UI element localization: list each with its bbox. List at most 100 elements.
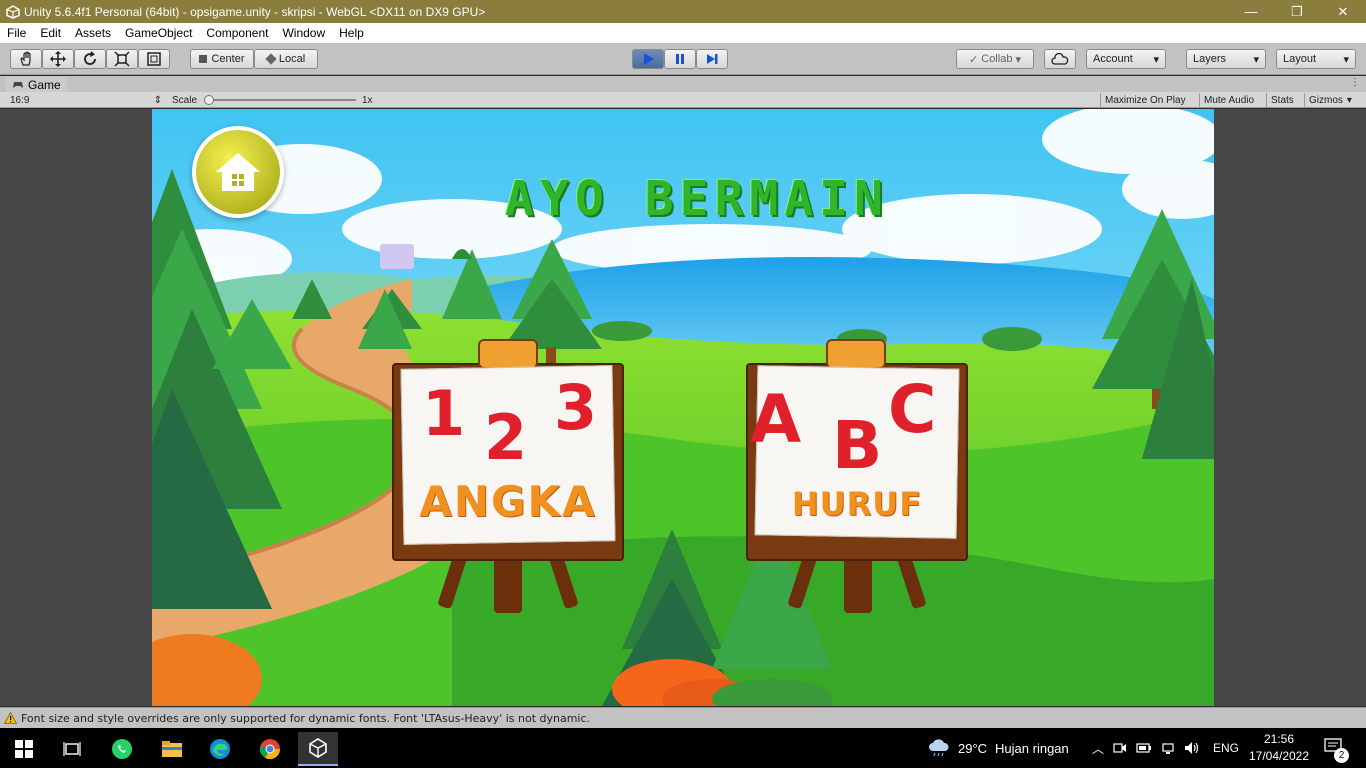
maximize-button[interactable]: ❐: [1274, 0, 1320, 23]
menu-assets[interactable]: Assets: [68, 26, 118, 40]
huruf-label: HURUF: [791, 485, 923, 523]
game-title: AYO BERMAIN: [505, 171, 889, 227]
home-button[interactable]: [192, 126, 284, 218]
whatsapp-icon: [112, 739, 132, 759]
game-canvas[interactable]: AYO BERMAIN 1 2 3 ANGKA A B C HURUF: [152, 109, 1214, 706]
home-icon: [216, 153, 260, 191]
account-dropdown[interactable]: Account ▾: [1086, 49, 1166, 69]
menu-help[interactable]: Help: [332, 26, 371, 40]
rotate-tool-button[interactable]: [74, 49, 106, 69]
angka-board[interactable]: 1 2 3 ANGKA: [392, 337, 624, 613]
step-button[interactable]: [696, 49, 728, 69]
number-three: 3: [554, 371, 598, 444]
layers-dropdown[interactable]: Layers ▾: [1186, 49, 1266, 69]
weather-temp: 29°C: [958, 740, 988, 756]
weather-widget[interactable]: 29°C Hujan ringan: [928, 728, 1069, 768]
menu-window[interactable]: Window: [275, 26, 332, 40]
chevron-up-icon[interactable]: ︿: [1092, 740, 1104, 757]
board-clip: [826, 339, 886, 369]
scale-value: 1x: [362, 94, 373, 106]
angka-label: ANGKA: [419, 477, 597, 526]
start-button[interactable]: [4, 732, 44, 766]
clock-date: 17/04/2022: [1248, 749, 1310, 763]
scale-slider-thumb[interactable]: [204, 95, 214, 105]
panel-tab-bar: Game ⋮: [0, 76, 1366, 93]
panel-menu-icon[interactable]: ⋮: [1350, 77, 1360, 88]
task-view-button[interactable]: [52, 732, 92, 766]
aspect-dropdown[interactable]: 16:9 ⇕: [6, 93, 166, 107]
letter-c: C: [888, 371, 937, 448]
main-toolbar: Center Local ✓ Collab ▾ Account ▾ Layers…: [0, 43, 1366, 75]
meet-icon[interactable]: [1113, 741, 1127, 755]
hand-tool-button[interactable]: [10, 49, 42, 69]
updown-icon: ⇕: [153, 94, 162, 106]
menu-component[interactable]: Component: [199, 26, 275, 40]
menu-file[interactable]: File: [0, 26, 33, 40]
status-message: Font size and style overrides are only s…: [21, 711, 591, 725]
collab-dropdown[interactable]: ✓ Collab ▾: [956, 49, 1034, 69]
close-button[interactable]: ✕: [1320, 0, 1366, 23]
cloud-button[interactable]: [1044, 49, 1076, 69]
whatsapp-button[interactable]: [102, 732, 142, 766]
system-tray: ︿ ENG: [1092, 728, 1239, 768]
game-view: AYO BERMAIN 1 2 3 ANGKA A B C HURUF: [0, 109, 1366, 706]
pause-icon: [676, 54, 684, 64]
scale-tool-button[interactable]: [106, 49, 138, 69]
huruf-board[interactable]: A B C HURUF: [746, 337, 968, 613]
menu-gameobject[interactable]: GameObject: [118, 26, 199, 40]
mute-audio-toggle[interactable]: Mute Audio: [1199, 93, 1258, 107]
edge-icon: [210, 739, 230, 759]
play-button[interactable]: [632, 49, 664, 69]
number-one: 1: [422, 377, 466, 450]
maximize-on-play-toggle[interactable]: Maximize On Play: [1100, 93, 1190, 107]
unity-logo-icon: [6, 4, 20, 19]
menu-edit[interactable]: Edit: [33, 26, 68, 40]
warning-icon: [4, 712, 17, 724]
move-tool-button[interactable]: [42, 49, 74, 69]
weather-text: Hujan ringan: [995, 740, 1069, 756]
center-icon: [199, 55, 208, 63]
unity-taskbar-button[interactable]: [298, 732, 338, 766]
number-two: 2: [484, 401, 528, 474]
menu-bar: File Edit Assets GameObject Component Wi…: [0, 23, 1366, 43]
scale-slider[interactable]: [204, 95, 356, 105]
rect-icon: [147, 52, 161, 66]
clock-time: 21:56: [1263, 732, 1295, 746]
battery-icon[interactable]: [1136, 742, 1152, 754]
network-icon[interactable]: [1161, 741, 1175, 755]
pivot-local-button[interactable]: Local: [254, 49, 318, 69]
window-titlebar: Unity 5.6.4f1 Personal (64bit) - opsigam…: [0, 0, 1366, 23]
step-icon: [707, 54, 718, 64]
far-building: [380, 244, 414, 269]
console-status-bar[interactable]: Font size and style overrides are only s…: [0, 707, 1366, 728]
notification-button[interactable]: 2: [1320, 734, 1350, 764]
window-title: Unity 5.6.4f1 Personal (64bit) - opsigam…: [24, 4, 486, 19]
file-explorer-icon: [162, 741, 182, 757]
gizmos-dropdown[interactable]: Gizmos ▾: [1304, 93, 1356, 107]
unity-icon: [309, 738, 327, 758]
windows-icon: [15, 740, 33, 758]
stats-toggle[interactable]: Stats: [1266, 93, 1298, 107]
game-view-toolbar: 16:9 ⇕ Scale 1x Maximize On Play Mute Au…: [0, 92, 1366, 108]
play-icon: [644, 53, 654, 65]
pivot-center-button[interactable]: Center: [190, 49, 254, 69]
cloud-icon: [1051, 53, 1069, 65]
layout-dropdown[interactable]: Layout ▾: [1276, 49, 1356, 69]
chrome-button[interactable]: [250, 732, 290, 766]
scale-label: Scale: [172, 94, 198, 106]
minimize-button[interactable]: —: [1228, 0, 1274, 23]
board-clip: [478, 339, 538, 369]
windows-taskbar: 29°C Hujan ringan ︿ ENG 21:56 17/04/2022…: [0, 728, 1366, 768]
file-explorer-button[interactable]: [152, 732, 192, 766]
chrome-icon: [259, 739, 281, 760]
hand-icon: [20, 51, 31, 66]
edge-button[interactable]: [200, 732, 240, 766]
rect-tool-button[interactable]: [138, 49, 170, 69]
letter-a: A: [750, 381, 802, 458]
clock[interactable]: 21:56 17/04/2022: [1248, 731, 1310, 765]
rotate-icon: [84, 51, 96, 65]
pause-button[interactable]: [664, 49, 696, 69]
tab-game[interactable]: Game: [6, 77, 67, 93]
language-indicator[interactable]: ENG: [1213, 741, 1239, 755]
volume-icon[interactable]: [1184, 741, 1200, 755]
